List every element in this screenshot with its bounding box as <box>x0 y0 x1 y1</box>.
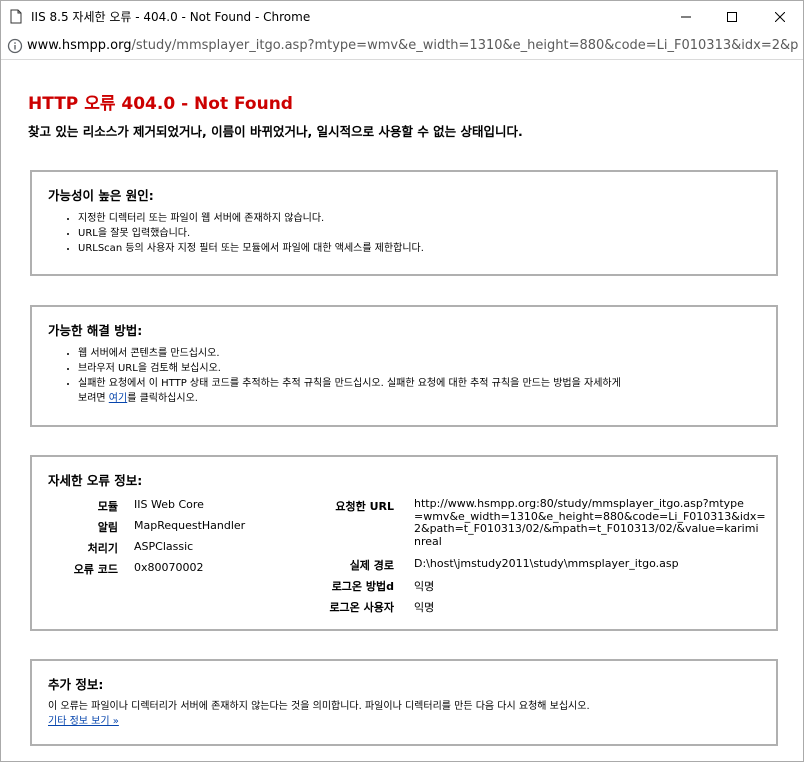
detail-value: IIS Web Core <box>134 498 204 511</box>
detail-value: ASPClassic <box>134 540 194 553</box>
url-path: /study/mmsplayer_itgo.asp?mtype=wmv&e_wi… <box>131 38 799 53</box>
maximize-icon <box>727 11 737 22</box>
more-info-link[interactable]: 기타 정보 보기 » <box>48 712 119 727</box>
detail-label: 모듈 <box>97 500 118 513</box>
causes-box: 가능성이 높은 원인: 지정한 디렉터리 또는 파일이 웹 서버에 존재하지 않… <box>30 170 778 276</box>
url-text[interactable]: www.hsmpp.org/study/mmsplayer_itgo.asp?m… <box>27 38 799 53</box>
browser-window: IIS 8.5 자세한 오류 - 404.0 - Not Found - Chr… <box>0 0 804 762</box>
window-title: IIS 8.5 자세한 오류 - 404.0 - Not Found - Chr… <box>31 10 311 24</box>
document-icon <box>10 9 22 24</box>
detail-label: 알림 <box>97 521 118 534</box>
list-item: URL을 잘못 입력했습니다. <box>78 226 424 241</box>
solutions-list: 웹 서버에서 콘텐츠를 만드십시오. 브라우저 URL을 검토해 보십시오. 실… <box>78 346 621 406</box>
url-line: http://www.hsmpp.org:80/study/mmsplayer_… <box>414 497 744 510</box>
detail-label: 실제 경로 <box>349 559 394 572</box>
more-info-box: 추가 정보: 이 오류는 파일이나 디렉터리가 서버에 존재하지 않는다는 것을… <box>30 659 778 746</box>
solution-text: 실패한 요청에서 이 HTTP 상태 코드를 추적하는 추적 규칙을 만드십시오… <box>78 378 621 389</box>
list-item: 실패한 요청에서 이 HTTP 상태 코드를 추적하는 추적 규칙을 만드십시오… <box>78 376 621 406</box>
detail-value: 익명 <box>414 601 435 614</box>
maximize-button[interactable] <box>709 1 755 32</box>
page-content: HTTP 오류 404.0 - Not Found 찾고 있는 리소스가 제거되… <box>1 61 803 761</box>
error-subtitle: 찾고 있는 리소스가 제거되었거나, 이름이 바뀌었거나, 일시적으로 사용할 … <box>28 124 523 139</box>
causes-heading: 가능성이 높은 원인: <box>48 188 154 203</box>
close-icon <box>775 11 785 22</box>
detail-value: 익명 <box>414 580 435 593</box>
detail-value: D:\host\jmstudy2011\study\mmsplayer_itgo… <box>414 557 679 570</box>
list-item: 브라우저 URL을 검토해 보십시오. <box>78 361 621 376</box>
list-item: 웹 서버에서 콘텐츠를 만드십시오. <box>78 346 621 361</box>
detail-label: 요청한 URL <box>335 500 394 513</box>
list-item: 지정한 디렉터리 또는 파일이 웹 서버에 존재하지 않습니다. <box>78 211 424 226</box>
solution-text: 를 클릭하십시오. <box>127 393 198 404</box>
here-link[interactable]: 여기 <box>109 393 127 404</box>
detail-label: 로그온 사용자 <box>329 601 394 614</box>
details-box: 자세한 오류 정보: 모듈 IIS Web Core 알림 MapRequest… <box>30 455 778 631</box>
details-left-table: 모듈 IIS Web Core 알림 MapRequestHandler 처리기… <box>32 457 332 607</box>
more-info-text: 이 오류는 파일이나 디렉터리가 서버에 존재하지 않는다는 것을 의미합니다.… <box>48 701 590 712</box>
minimize-icon <box>681 16 691 17</box>
details-right-table: 요청한 URL http://www.hsmpp.org:80/study/mm… <box>292 457 778 627</box>
more-info-heading: 추가 정보: <box>48 677 104 692</box>
causes-list: 지정한 디렉터리 또는 파일이 웹 서버에 존재하지 않습니다. URL을 잘못… <box>78 211 424 256</box>
list-item: URLScan 등의 사용자 지정 필터 또는 모듈에서 파일에 대한 액세스를… <box>78 241 424 256</box>
solutions-heading: 가능한 해결 방법: <box>48 323 143 338</box>
detail-value: 0x80070002 <box>134 561 204 574</box>
detail-value: MapRequestHandler <box>134 519 246 532</box>
close-button[interactable] <box>757 1 803 32</box>
minimize-button[interactable] <box>663 1 709 32</box>
solutions-box: 가능한 해결 방법: 웹 서버에서 콘텐츠를 만드십시오. 브라우저 URL을 … <box>30 305 778 427</box>
detail-label: 처리기 <box>87 542 118 555</box>
detail-label: 오류 코드 <box>73 563 118 576</box>
url-line: nreal <box>414 534 442 548</box>
info-icon[interactable] <box>7 38 23 54</box>
requested-url-value: http://www.hsmpp.org:80/study/mmsplayer_… <box>414 497 766 548</box>
url-line: 2&path=t_F010313/02/&mpath=t_F010313/02/… <box>414 522 759 535</box>
address-bar[interactable]: www.hsmpp.org/study/mmsplayer_itgo.asp?m… <box>1 32 803 60</box>
url-host: www.hsmpp.org <box>27 38 132 53</box>
detail-label: 로그온 방법d <box>331 580 394 593</box>
solution-text: 보려면 <box>78 393 109 404</box>
error-title: HTTP 오류 404.0 - Not Found <box>28 94 293 114</box>
title-bar[interactable]: IIS 8.5 자세한 오류 - 404.0 - Not Found - Chr… <box>1 1 803 32</box>
